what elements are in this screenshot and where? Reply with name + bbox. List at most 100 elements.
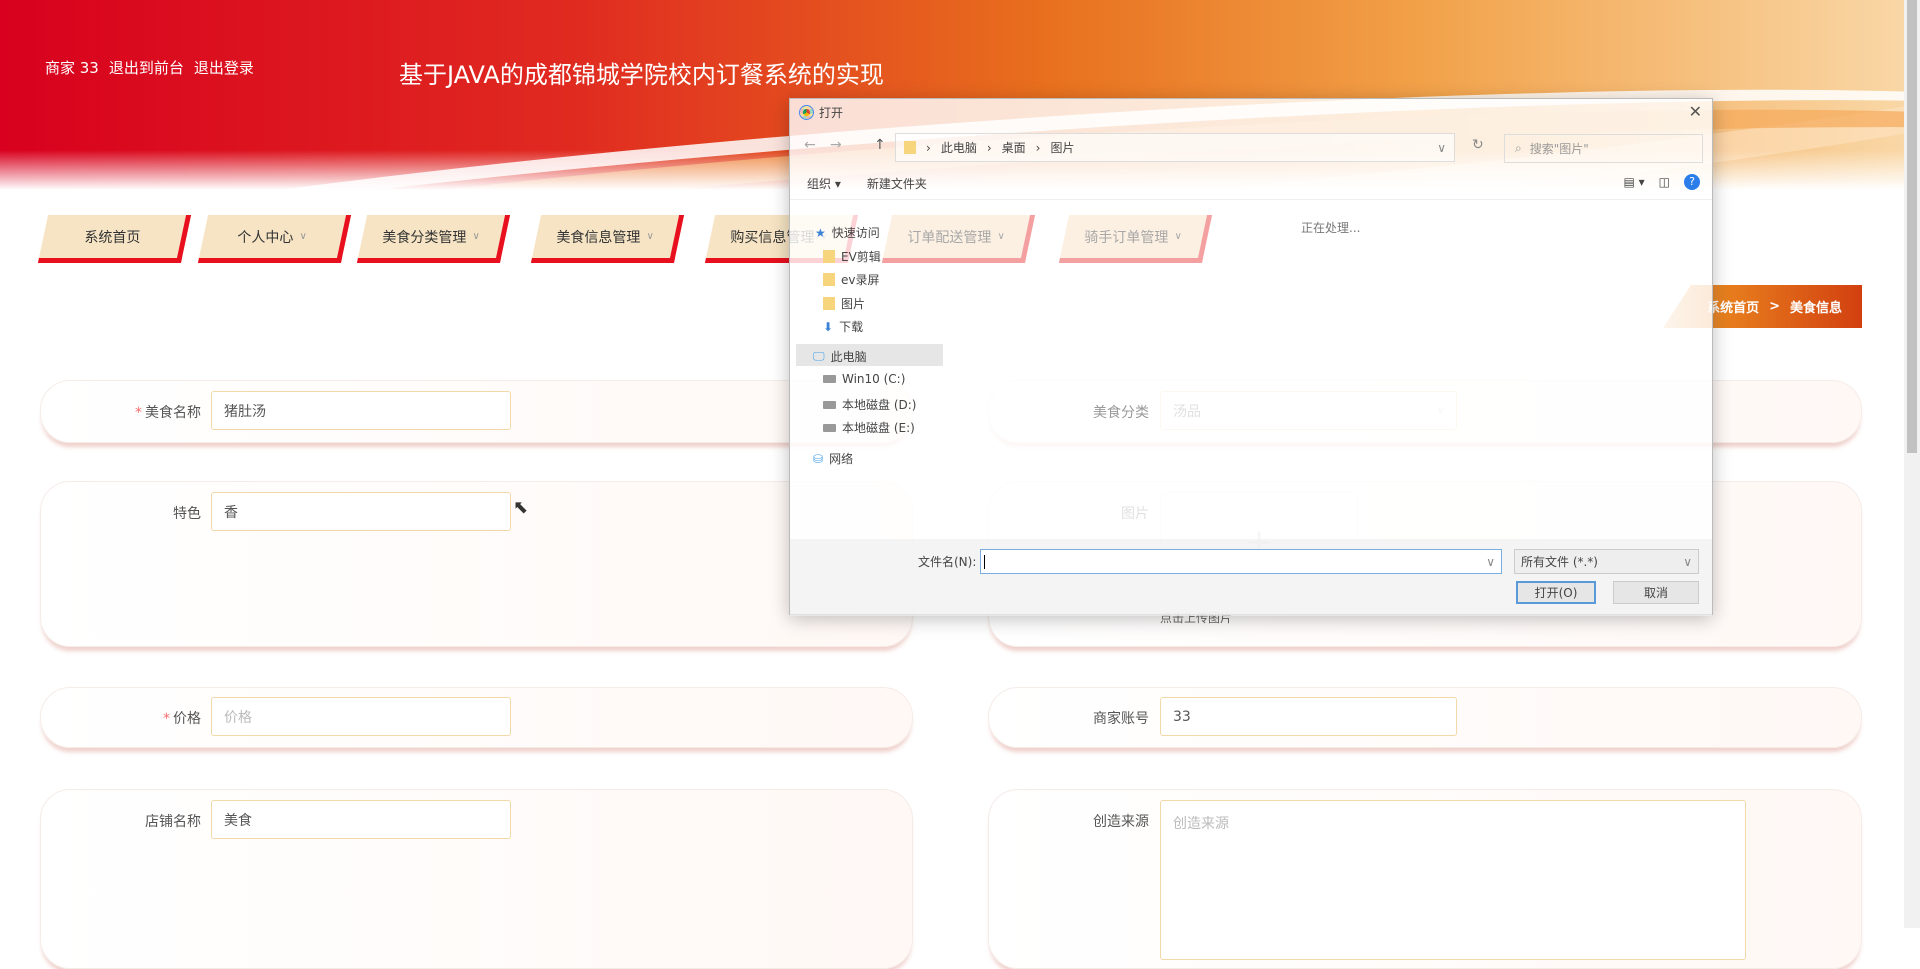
text-caret — [984, 554, 985, 569]
tree-label: ev录屏 — [841, 273, 880, 287]
tree-label: 网络 — [829, 452, 854, 466]
new-folder-button[interactable]: 新建文件夹 — [867, 175, 927, 192]
origin-placeholder: 创造来源 — [1173, 816, 1229, 832]
chevron-down-icon[interactable]: ∨ — [1437, 141, 1446, 155]
forward-icon[interactable]: → — [830, 137, 842, 153]
tree-label: 快速访问 — [831, 226, 880, 240]
refresh-icon[interactable]: ↻ — [1472, 137, 1484, 153]
address-bar[interactable]: › 此电脑 › 桌面 › 图片 ∨ — [895, 133, 1455, 162]
breadcrumb-separator: > — [1769, 299, 1780, 314]
origin-textarea[interactable]: 创造来源 — [1160, 800, 1746, 960]
organize-button[interactable]: 组织 ▾ — [807, 175, 841, 192]
price-input[interactable]: 价格 — [211, 697, 511, 736]
nav-food-manage[interactable]: 美食信息管理 ∨ — [530, 215, 685, 263]
file-type-value: 所有文件 (*.*) — [1521, 555, 1598, 569]
help-icon[interactable]: ? — [1684, 174, 1700, 190]
nav-rider-order-manage[interactable]: 骑手订单管理 ∨ — [1058, 215, 1213, 263]
dialog-footer: 文件名(N): ∨ 所有文件 (*.*) ∨ 打开(O) 取消 — [790, 539, 1712, 616]
view-options-icon[interactable]: ▤ ▾ — [1623, 175, 1644, 189]
user-name: 商家 33 — [45, 59, 99, 77]
tree-item-ev-edit[interactable]: EV剪辑 — [823, 248, 881, 265]
tree-label: 本地磁盘 (E:) — [842, 421, 915, 435]
cancel-button[interactable]: 取消 — [1613, 581, 1699, 604]
tree-item-ev-record[interactable]: ev录屏 — [823, 271, 880, 288]
nav-label: 美食信息管理 — [556, 229, 641, 246]
loading-status: 正在处理... — [1301, 221, 1361, 235]
toolbar-right: ▤ ▾ ◫ ? — [1623, 174, 1700, 190]
drive-icon — [823, 400, 836, 409]
nav-label: 骑手订单管理 — [1084, 229, 1169, 246]
tree-item-pictures[interactable]: 图片 — [823, 295, 865, 312]
chevron-down-icon: ∨ — [646, 231, 655, 242]
path-separator-icon: › — [1035, 140, 1041, 155]
user-bar: 商家 33 退出到前台 退出登录 — [45, 57, 254, 78]
path-segment[interactable]: 桌面 — [1002, 139, 1026, 156]
page-scrollbar[interactable] — [1904, 0, 1920, 928]
tree-item-drive-e[interactable]: 本地磁盘 (E:) — [823, 419, 915, 436]
path-separator-icon: › — [926, 140, 931, 155]
file-open-dialog: 打开 ✕ ← → ↑ › 此电脑 › 桌面 › 图片 ∨ ↻ ⌕ 搜索"图片" 组织 ▾… — [789, 98, 1713, 616]
tree-item-downloads[interactable]: ⬇ 下载 — [823, 318, 863, 335]
tree-label: 此电脑 — [830, 350, 867, 364]
dialog-titlebar: 打开 — [790, 99, 1712, 126]
merchant-input[interactable]: 33 — [1160, 697, 1457, 736]
nav-label: 系统首页 — [84, 229, 141, 246]
filename-label: 文件名(N): — [918, 555, 977, 569]
file-type-select[interactable]: 所有文件 (*.*) ∨ — [1514, 549, 1699, 574]
nav-home[interactable]: 系统首页 — [37, 215, 192, 263]
computer-icon: 🖵 — [813, 349, 825, 363]
nav-delivery-manage[interactable]: 订单配送管理 ∨ — [881, 215, 1036, 263]
origin-label: 创造来源 — [1093, 814, 1149, 830]
path-segment[interactable]: 图片 — [1050, 139, 1074, 156]
to-front-link[interactable]: 退出到前台 — [109, 57, 184, 78]
nav-label: 个人中心 — [237, 229, 294, 246]
back-icon[interactable]: ← — [804, 137, 816, 153]
tree-item-drive-c[interactable]: Win10 (C:) — [823, 372, 905, 386]
feature-label: 特色 — [173, 506, 201, 522]
tree-label: 图片 — [841, 297, 866, 311]
category-label: 美食分类 — [1093, 405, 1149, 421]
breadcrumb-current: 美食信息 — [1789, 301, 1842, 316]
nav-category-manage[interactable]: 美食分类管理 ∨ — [356, 215, 511, 263]
nav-personal-center[interactable]: 个人中心 ∨ — [197, 215, 352, 263]
scrollbar-thumb[interactable] — [1907, 0, 1917, 453]
folder-icon — [823, 250, 835, 263]
path-segment[interactable]: 此电脑 — [941, 139, 977, 156]
site-title: 基于JAVA的成都锦城学院校内订餐系统的实现 — [399, 61, 884, 89]
nav-label: 订单配送管理 — [907, 229, 992, 246]
shop-input[interactable]: 美食 — [211, 800, 511, 839]
close-icon[interactable]: ✕ — [1689, 102, 1702, 121]
drive-icon — [823, 375, 836, 383]
tree-label: 本地磁盘 (D:) — [842, 398, 917, 412]
tree-item-this-pc[interactable]: 🖵 此电脑 — [813, 348, 867, 365]
folder-icon — [823, 297, 835, 310]
chrome-icon — [799, 105, 814, 120]
preview-pane-icon[interactable]: ◫ — [1659, 175, 1670, 189]
tree-label: EV剪辑 — [841, 250, 881, 264]
name-input[interactable]: 猪肚汤 — [211, 391, 511, 430]
price-label: * 价格 — [51, 708, 201, 728]
dialog-toolbar: 组织 ▾ 新建文件夹 — [790, 167, 1712, 200]
chevron-down-icon: ∨ — [299, 231, 308, 242]
chevron-down-icon[interactable]: ∨ — [1486, 555, 1495, 569]
merchant-label: 商家账号 — [1093, 711, 1149, 727]
logout-link[interactable]: 退出登录 — [194, 57, 254, 78]
folder-icon — [823, 273, 835, 286]
open-button[interactable]: 打开(O) — [1516, 581, 1596, 604]
dialog-title: 打开 — [819, 106, 844, 120]
tree-item-drive-d[interactable]: 本地磁盘 (D:) — [823, 396, 916, 413]
tree-item-network[interactable]: ⛁ 网络 — [813, 450, 853, 467]
price-label-text: 价格 — [173, 711, 201, 727]
price-placeholder: 价格 — [224, 709, 252, 726]
path-separator-icon: › — [986, 140, 992, 155]
up-icon[interactable]: ↑ — [874, 137, 886, 153]
feature-input[interactable]: 香 — [211, 492, 511, 531]
chevron-down-icon: ∨ — [472, 231, 481, 242]
filename-input[interactable]: ∨ — [980, 549, 1502, 574]
folder-icon — [904, 141, 916, 154]
download-icon: ⬇ — [823, 319, 834, 334]
breadcrumb-home[interactable]: 系统首页 — [1707, 297, 1759, 316]
nav-label: 美食分类管理 — [382, 229, 467, 246]
tree-item-quick-access[interactable]: ★ 快速访问 — [815, 224, 880, 241]
search-input[interactable]: ⌕ 搜索"图片" — [1504, 134, 1703, 163]
